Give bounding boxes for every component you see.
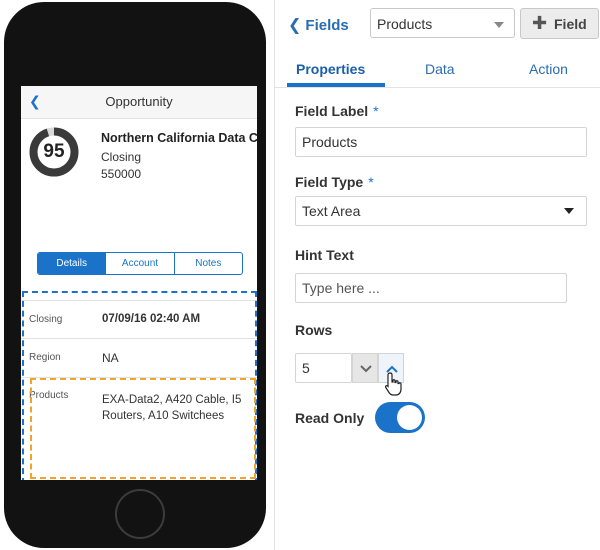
phone-screen: ❮ Opportunity 95 Northern California Dat… xyxy=(21,86,257,480)
field-label-input[interactable]: Products xyxy=(295,127,587,157)
back-to-fields-link[interactable]: ❮ Fields xyxy=(288,15,349,35)
read-only-toggle[interactable] xyxy=(375,402,425,433)
required-marker: * xyxy=(368,174,374,190)
segment-notes[interactable]: Notes xyxy=(173,253,242,274)
add-field-label: Field xyxy=(554,16,587,32)
field-type-title: Field Type * xyxy=(295,174,374,190)
required-marker: * xyxy=(373,103,379,119)
active-tab-indicator xyxy=(287,83,385,87)
opportunity-amount: 550000 xyxy=(101,167,142,181)
region-label: Region xyxy=(29,352,61,363)
properties-panel: ❮ Fields Products ✚ Field Properties Data… xyxy=(274,0,600,550)
back-to-fields-label: Fields xyxy=(305,17,349,34)
tab-data[interactable]: Data xyxy=(425,61,455,77)
chevron-down-icon xyxy=(360,365,372,373)
dropdown-caret-icon xyxy=(494,22,504,28)
hand-cursor-icon xyxy=(385,372,402,396)
row-divider xyxy=(21,338,257,339)
back-chevron-icon: ❮ xyxy=(288,17,302,34)
rows-title: Rows xyxy=(295,322,333,338)
products-value: EXA-Data2, A420 Cable, I5 Routers, A10 S… xyxy=(102,394,242,422)
field-type-title-text: Field Type xyxy=(295,174,364,190)
hint-text-input[interactable]: Type here ... xyxy=(295,273,567,303)
hint-text-title: Hint Text xyxy=(295,247,354,263)
row-divider xyxy=(21,377,257,378)
toggle-knob xyxy=(397,405,422,430)
phone-home-button xyxy=(115,489,165,539)
panel-tabs: Properties Data Action xyxy=(275,52,600,88)
phone-mute-switch xyxy=(4,80,12,102)
row-divider xyxy=(21,300,257,301)
score-value: 95 xyxy=(43,141,65,162)
field-select-value: Products xyxy=(377,16,433,32)
field-type-value: Text Area xyxy=(302,203,361,219)
field-select[interactable]: Products xyxy=(370,8,515,38)
add-field-button[interactable]: ✚ Field xyxy=(520,8,599,39)
opportunity-name: Northern California Data C xyxy=(101,131,257,145)
dropdown-caret-icon xyxy=(564,208,574,214)
closing-value: 07/09/16 02:40 AM xyxy=(102,313,201,325)
tab-properties[interactable]: Properties xyxy=(296,61,365,77)
opportunity-stage: Closing xyxy=(101,150,142,164)
segment-details[interactable]: Details xyxy=(38,253,106,274)
phone-volume-down xyxy=(4,174,12,216)
products-label: Products xyxy=(29,390,69,401)
field-label-title: Field Label * xyxy=(295,103,379,119)
phone-preview: ❮ Opportunity 95 Northern California Dat… xyxy=(4,2,266,548)
phone-header: ❮ Opportunity xyxy=(21,86,257,119)
field-label-title-text: Field Label xyxy=(295,103,369,119)
rows-value[interactable]: 5 xyxy=(295,353,352,383)
phone-header-title: Opportunity xyxy=(105,94,173,109)
segment-control: Details Account Notes xyxy=(37,252,243,275)
segment-account[interactable]: Account xyxy=(105,253,173,274)
field-type-select[interactable]: Text Area xyxy=(295,196,587,226)
read-only-title: Read Only xyxy=(295,410,365,426)
score-gauge: 95 xyxy=(29,127,79,177)
decrement-button[interactable] xyxy=(352,353,378,383)
panel-toolbar: ❮ Fields Products ✚ Field xyxy=(275,0,600,48)
region-value: NA xyxy=(102,351,119,365)
plus-icon: ✚ xyxy=(532,13,548,33)
closing-label: Closing xyxy=(29,314,63,325)
phone-volume-up xyxy=(4,126,12,168)
tab-action[interactable]: Action xyxy=(529,61,568,77)
